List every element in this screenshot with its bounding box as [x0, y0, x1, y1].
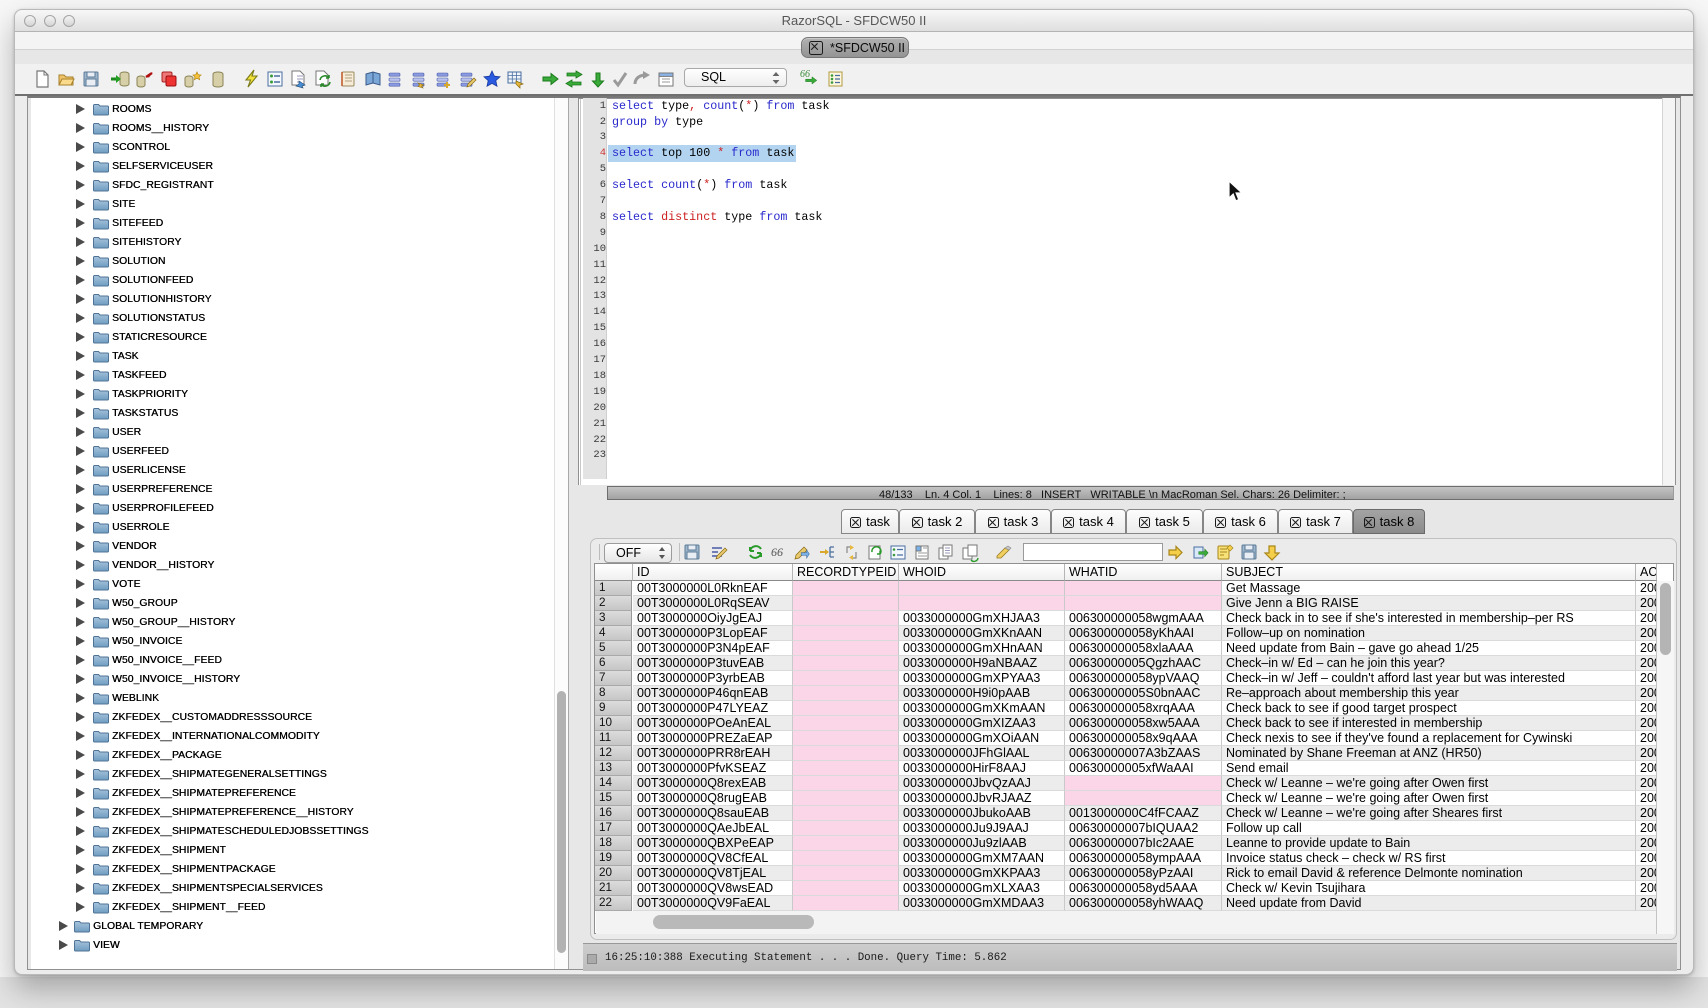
- svg-text:66: 66: [771, 545, 783, 559]
- svg-text:66: 66: [800, 69, 810, 80]
